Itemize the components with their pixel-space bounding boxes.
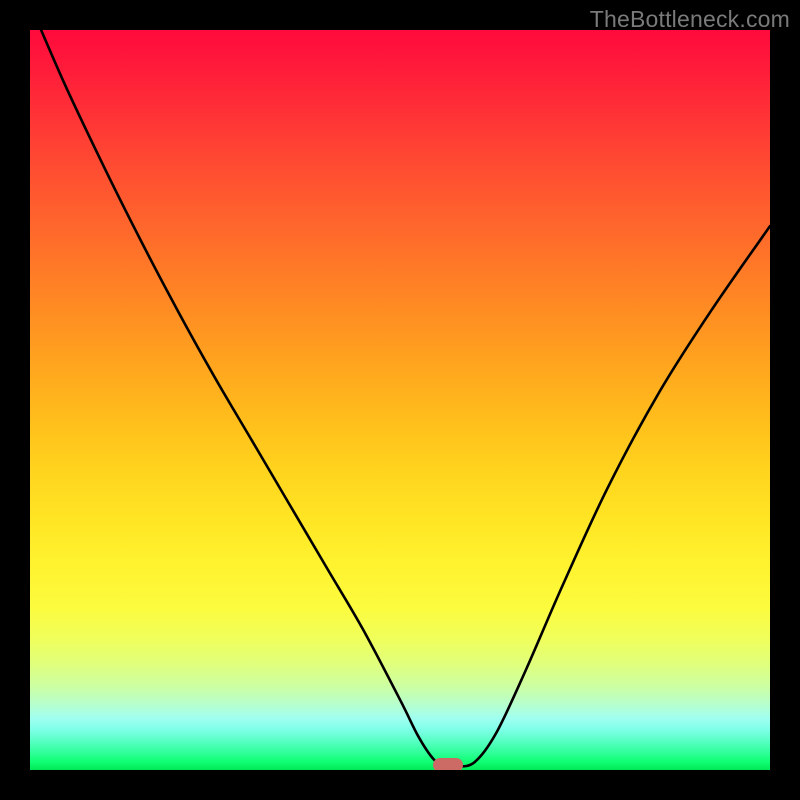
watermark-text: TheBottleneck.com (590, 6, 790, 33)
min-marker-icon (433, 758, 463, 770)
plot-area (30, 30, 770, 770)
chart-frame: TheBottleneck.com (0, 0, 800, 800)
bottleneck-curve (30, 30, 770, 770)
